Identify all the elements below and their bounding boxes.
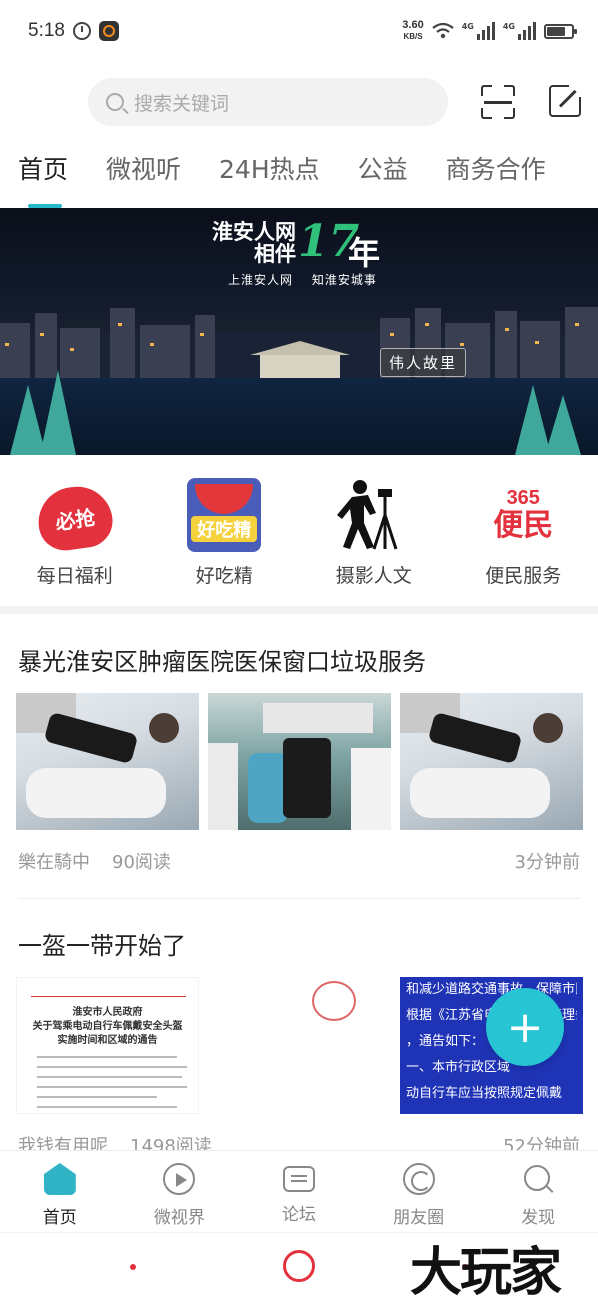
- search-row: 搜索关键词: [0, 78, 598, 126]
- article-thumbnail[interactable]: [16, 693, 199, 830]
- article-read-count: 1498阅读: [130, 1136, 212, 1150]
- recents-button[interactable]: [130, 1264, 136, 1270]
- nav-item-home[interactable]: 首页: [0, 1151, 120, 1232]
- article-time: 3分钟前: [514, 852, 580, 873]
- quick-item-label: 摄影人文: [335, 565, 412, 587]
- play-icon: [163, 1163, 196, 1195]
- category-tabs: 首页 微视听 24H热点 公益 商务合作: [0, 150, 598, 208]
- scan-icon[interactable]: [481, 85, 515, 119]
- sim2-network-label: 4G: [502, 22, 515, 31]
- nav-label: 发现: [521, 1208, 556, 1228]
- service-icon-text: 便民: [493, 508, 554, 543]
- article-meta: 我钱有用呢 1498阅读 52分钟前: [18, 1132, 580, 1150]
- notice-line: 动自行车应当按照规定佩戴: [406, 1086, 563, 1101]
- food-icon-badge: 好吃精: [191, 516, 258, 542]
- article-thumbnail[interactable]: [208, 693, 391, 830]
- sim1-network-label: 4G: [461, 22, 474, 31]
- banner-anniversary-year: 年: [348, 234, 381, 272]
- doc-heading: 关于驾乘电动自行车佩戴安全头盔: [32, 1021, 183, 1032]
- alarm-icon: [72, 22, 91, 40]
- signal-icon-sim2: 4G: [503, 22, 536, 40]
- tab-24h-hot[interactable]: 24H热点: [219, 150, 320, 208]
- article-author: 我钱有用呢: [18, 1136, 108, 1150]
- article-read-count: 90阅读: [112, 852, 171, 873]
- banner-carousel[interactable]: 淮安人网 相伴 17 年 上淮安人网 知淮安城事 伟人故里: [0, 208, 598, 455]
- food-icon: 好吃精: [184, 475, 264, 555]
- tree-decoration: [40, 370, 76, 455]
- notice-line: 一、本市行政区域: [406, 1060, 511, 1075]
- article-title[interactable]: 一盔一带开始了: [18, 926, 186, 961]
- quick-item-label: 便民服务: [485, 565, 562, 587]
- nav-label: 论坛: [281, 1205, 316, 1225]
- article-title[interactable]: 暴光淮安区肿瘤医院医保窗口垃圾服务: [18, 642, 426, 677]
- quick-item-label: 好吃精: [195, 565, 253, 587]
- nav-label: 微视界: [153, 1208, 205, 1228]
- quick-item-convenience-service[interactable]: 365 便民 便民服务: [449, 470, 598, 595]
- article-time: 52分钟前: [503, 1136, 580, 1150]
- circle-icon: [402, 1163, 435, 1195]
- quick-item-label: 每日福利: [36, 565, 113, 587]
- battery-icon: [544, 23, 577, 39]
- doc-heading: 淮安市人民政府: [72, 1007, 143, 1018]
- nav-item-micro-vision[interactable]: 微视界: [120, 1151, 240, 1232]
- article-meta: 樂在騎中 90阅读 3分钟前: [18, 848, 580, 874]
- service-icon: 365 便民: [483, 475, 563, 555]
- camera-icon: [334, 475, 414, 555]
- banner-subtitle: 上淮安人网 知淮安城事: [228, 273, 377, 287]
- service-icon-number: 365: [506, 487, 540, 509]
- app-notification-icon: [98, 21, 119, 41]
- article-card[interactable]: 暴光淮安区肿瘤医院医保窗口垃圾服务 樂在騎中 90阅读 3分钟前: [0, 614, 598, 904]
- official-seal-icon: [312, 981, 356, 1021]
- banner-tag: 伟人故里: [380, 348, 467, 377]
- tree-decoration: [545, 395, 581, 455]
- chat-bubble-icon: [282, 1166, 315, 1192]
- article-author: 樂在騎中: [18, 852, 90, 873]
- gift-icon: 必抢: [33, 475, 116, 555]
- nav-item-forum[interactable]: 论坛: [239, 1151, 359, 1232]
- home-icon: [43, 1163, 76, 1195]
- gift-icon-badge: 必抢: [33, 482, 116, 554]
- quick-item-daily-benefit[interactable]: 必抢 每日福利: [0, 470, 150, 595]
- tab-micro-video[interactable]: 微视听: [106, 150, 181, 208]
- system-home-button[interactable]: [283, 1250, 315, 1282]
- article-thumbnails: [16, 693, 583, 830]
- article-thumbnail-document[interactable]: 淮安市人民政府 关于驾乘电动自行车佩戴安全头盔 实施时间和区域的通告: [16, 977, 199, 1114]
- status-bar: 5:18 3.60 KB/S 4G 4G: [0, 0, 598, 62]
- nav-item-friends[interactable]: 朋友圈: [359, 1151, 479, 1232]
- quick-item-photography[interactable]: 摄影人文: [299, 470, 449, 595]
- tab-business[interactable]: 商务合作: [446, 150, 546, 208]
- bottom-nav: 首页 微视界 论坛 朋友圈 发现: [0, 1150, 598, 1232]
- search-placeholder: 搜索关键词: [134, 92, 230, 115]
- river-reflection: [0, 378, 598, 455]
- article-thumbnail[interactable]: [400, 693, 583, 830]
- nav-item-discover[interactable]: 发现: [478, 1151, 598, 1232]
- tab-charity[interactable]: 公益: [358, 150, 408, 208]
- signal-icon-sim1: 4G: [462, 22, 495, 40]
- quick-menu: 必抢 每日福利 好吃精 好吃精 摄影人文 365 便民 便民服务: [0, 470, 598, 595]
- quick-item-good-food[interactable]: 好吃精 好吃精: [150, 470, 300, 595]
- nav-label: 朋友圈: [393, 1208, 445, 1228]
- net-speed-unit: KB/S: [403, 32, 423, 41]
- net-speed-value: 3.60: [402, 19, 424, 31]
- section-divider: [0, 606, 598, 614]
- tab-home[interactable]: 首页: [18, 150, 68, 208]
- status-time: 5:18: [28, 20, 65, 41]
- search-icon: [106, 93, 124, 111]
- search-icon: [522, 1163, 554, 1195]
- watermark: 大玩家: [410, 1242, 562, 1299]
- wifi-icon: [432, 22, 454, 39]
- nav-label: 首页: [42, 1208, 77, 1228]
- network-speed: 3.60 KB/S: [402, 20, 423, 42]
- search-input[interactable]: 搜索关键词: [88, 78, 448, 126]
- banner-title-companion: 相伴: [254, 242, 296, 266]
- doc-heading: 实施时间和区域的通告: [57, 1035, 158, 1046]
- create-post-button[interactable]: +: [486, 988, 564, 1066]
- article-thumbnail-document[interactable]: [208, 977, 391, 1114]
- edit-post-icon[interactable]: [549, 83, 583, 117]
